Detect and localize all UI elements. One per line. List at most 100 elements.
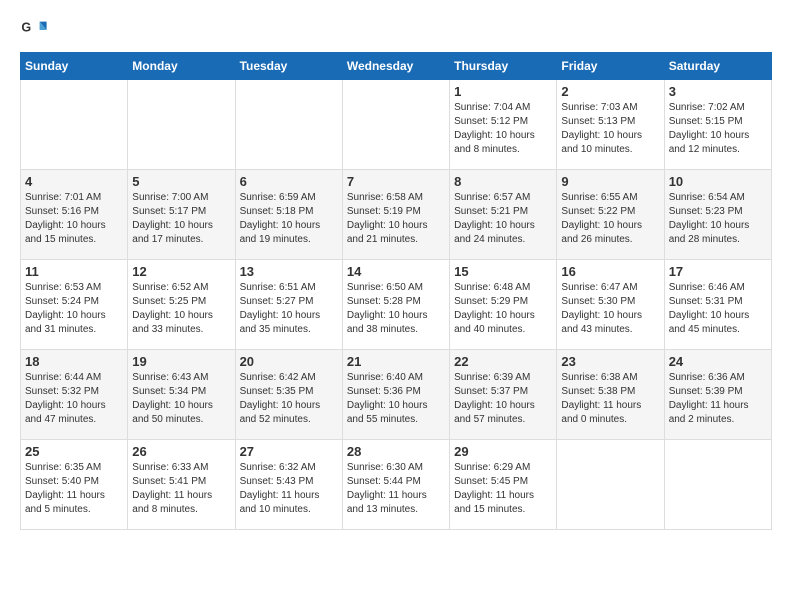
day-number: 21 <box>347 354 445 369</box>
day-number: 2 <box>561 84 659 99</box>
calendar-cell: 17 Sunrise: 6:46 AM Sunset: 5:31 PM Dayli… <box>664 260 771 350</box>
day-info: Sunrise: 6:42 AM Sunset: 5:35 PM Dayligh… <box>240 371 338 427</box>
calendar-week-row: 18 Sunrise: 6:44 AM Sunset: 5:32 PM Dayli… <box>21 350 772 440</box>
day-number: 15 <box>454 264 552 279</box>
day-number: 7 <box>347 174 445 189</box>
day-number: 8 <box>454 174 552 189</box>
day-number: 13 <box>240 264 338 279</box>
calendar-cell: 2 Sunrise: 7:03 AM Sunset: 5:13 PM Daylig… <box>557 80 664 170</box>
calendar-week-row: 11 Sunrise: 6:53 AM Sunset: 5:24 PM Dayli… <box>21 260 772 350</box>
calendar-cell: 21Sunrise: 6:40 AM Sunset: 5:36 PM Dayli… <box>342 350 449 440</box>
calendar-table: SundayMondayTuesdayWednesdayThursdayFrid… <box>20 52 772 530</box>
day-number: 16 <box>561 264 659 279</box>
day-info: Sunrise: 6:51 AM Sunset: 5:27 PM Dayligh… <box>240 281 338 337</box>
day-info: Sunrise: 6:55 AM Sunset: 5:22 PM Dayligh… <box>561 191 659 247</box>
calendar-cell: 28 Sunrise: 6:30 AM Sunset: 5:44 PM Dayli… <box>342 440 449 530</box>
logo-icon: G <box>20 16 48 44</box>
calendar-cell: 6Sunrise: 6:59 AM Sunset: 5:18 PM Daylig… <box>235 170 342 260</box>
header: G <box>20 16 772 44</box>
calendar-cell: 14 Sunrise: 6:50 AM Sunset: 5:28 PM Dayli… <box>342 260 449 350</box>
calendar-cell <box>557 440 664 530</box>
calendar-cell: 20 Sunrise: 6:42 AM Sunset: 5:35 PM Dayli… <box>235 350 342 440</box>
calendar-week-row: 25 Sunrise: 6:35 AM Sunset: 5:40 PM Dayli… <box>21 440 772 530</box>
day-info: Sunrise: 6:54 AM Sunset: 5:23 PM Dayligh… <box>669 191 767 247</box>
day-number: 9 <box>561 174 659 189</box>
day-info: Sunrise: 7:00 AM Sunset: 5:17 PM Dayligh… <box>132 191 230 247</box>
day-number: 14 <box>347 264 445 279</box>
day-info: Sunrise: 6:47 AM Sunset: 5:30 PM Dayligh… <box>561 281 659 337</box>
weekday-header-saturday: Saturday <box>664 53 771 80</box>
day-number: 20 <box>240 354 338 369</box>
logo: G <box>20 16 52 44</box>
calendar-cell: 11 Sunrise: 6:53 AM Sunset: 5:24 PM Dayli… <box>21 260 128 350</box>
day-number: 24 <box>669 354 767 369</box>
day-number: 28 <box>347 444 445 459</box>
calendar-cell <box>342 80 449 170</box>
calendar-cell: 23Sunrise: 6:38 AM Sunset: 5:38 PM Dayli… <box>557 350 664 440</box>
calendar-cell <box>664 440 771 530</box>
calendar-cell: 3Sunrise: 7:02 AM Sunset: 5:15 PM Daylig… <box>664 80 771 170</box>
calendar-cell: 15Sunrise: 6:48 AM Sunset: 5:29 PM Dayli… <box>450 260 557 350</box>
day-number: 11 <box>25 264 123 279</box>
calendar-header: SundayMondayTuesdayWednesdayThursdayFrid… <box>21 53 772 80</box>
calendar-cell: 16 Sunrise: 6:47 AM Sunset: 5:30 PM Dayli… <box>557 260 664 350</box>
calendar-cell: 7 Sunrise: 6:58 AM Sunset: 5:19 PM Daylig… <box>342 170 449 260</box>
calendar-cell: 27 Sunrise: 6:32 AM Sunset: 5:43 PM Dayli… <box>235 440 342 530</box>
day-info: Sunrise: 7:03 AM Sunset: 5:13 PM Dayligh… <box>561 101 659 157</box>
calendar-cell: 22Sunrise: 6:39 AM Sunset: 5:37 PM Dayli… <box>450 350 557 440</box>
day-info: Sunrise: 6:58 AM Sunset: 5:19 PM Dayligh… <box>347 191 445 247</box>
day-info: Sunrise: 7:02 AM Sunset: 5:15 PM Dayligh… <box>669 101 767 157</box>
calendar-cell: 12Sunrise: 6:52 AM Sunset: 5:25 PM Dayli… <box>128 260 235 350</box>
weekday-header-tuesday: Tuesday <box>235 53 342 80</box>
weekday-header-wednesday: Wednesday <box>342 53 449 80</box>
calendar-cell: 18 Sunrise: 6:44 AM Sunset: 5:32 PM Dayli… <box>21 350 128 440</box>
day-number: 22 <box>454 354 552 369</box>
day-info: Sunrise: 6:44 AM Sunset: 5:32 PM Dayligh… <box>25 371 123 427</box>
day-info: Sunrise: 6:29 AM Sunset: 5:45 PM Dayligh… <box>454 461 552 517</box>
day-info: Sunrise: 6:57 AM Sunset: 5:21 PM Dayligh… <box>454 191 552 247</box>
day-info: Sunrise: 6:46 AM Sunset: 5:31 PM Dayligh… <box>669 281 767 337</box>
calendar-week-row: 4 Sunrise: 7:01 AM Sunset: 5:16 PM Daylig… <box>21 170 772 260</box>
day-info: Sunrise: 6:36 AM Sunset: 5:39 PM Dayligh… <box>669 371 767 427</box>
day-info: Sunrise: 6:35 AM Sunset: 5:40 PM Dayligh… <box>25 461 123 517</box>
calendar-cell: 9 Sunrise: 6:55 AM Sunset: 5:22 PM Daylig… <box>557 170 664 260</box>
calendar-cell: 25 Sunrise: 6:35 AM Sunset: 5:40 PM Dayli… <box>21 440 128 530</box>
calendar-cell <box>128 80 235 170</box>
day-number: 25 <box>25 444 123 459</box>
day-number: 29 <box>454 444 552 459</box>
day-number: 10 <box>669 174 767 189</box>
weekday-header-thursday: Thursday <box>450 53 557 80</box>
day-info: Sunrise: 7:01 AM Sunset: 5:16 PM Dayligh… <box>25 191 123 247</box>
day-number: 17 <box>669 264 767 279</box>
day-number: 1 <box>454 84 552 99</box>
day-info: Sunrise: 7:04 AM Sunset: 5:12 PM Dayligh… <box>454 101 552 157</box>
calendar-cell: 10 Sunrise: 6:54 AM Sunset: 5:23 PM Dayli… <box>664 170 771 260</box>
day-info: Sunrise: 6:33 AM Sunset: 5:41 PM Dayligh… <box>132 461 230 517</box>
day-number: 19 <box>132 354 230 369</box>
svg-text:G: G <box>21 20 31 34</box>
calendar-cell: 19 Sunrise: 6:43 AM Sunset: 5:34 PM Dayli… <box>128 350 235 440</box>
calendar-cell: 29 Sunrise: 6:29 AM Sunset: 5:45 PM Dayli… <box>450 440 557 530</box>
day-info: Sunrise: 6:32 AM Sunset: 5:43 PM Dayligh… <box>240 461 338 517</box>
day-info: Sunrise: 6:43 AM Sunset: 5:34 PM Dayligh… <box>132 371 230 427</box>
day-number: 4 <box>25 174 123 189</box>
calendar-cell: 1 Sunrise: 7:04 AM Sunset: 5:12 PM Daylig… <box>450 80 557 170</box>
calendar-cell: 13 Sunrise: 6:51 AM Sunset: 5:27 PM Dayli… <box>235 260 342 350</box>
day-number: 27 <box>240 444 338 459</box>
day-info: Sunrise: 6:50 AM Sunset: 5:28 PM Dayligh… <box>347 281 445 337</box>
day-number: 26 <box>132 444 230 459</box>
calendar-cell <box>21 80 128 170</box>
day-number: 18 <box>25 354 123 369</box>
calendar-cell <box>235 80 342 170</box>
weekday-header-monday: Monday <box>128 53 235 80</box>
day-number: 23 <box>561 354 659 369</box>
weekday-header-sunday: Sunday <box>21 53 128 80</box>
calendar-cell: 4 Sunrise: 7:01 AM Sunset: 5:16 PM Daylig… <box>21 170 128 260</box>
calendar-body: 1 Sunrise: 7:04 AM Sunset: 5:12 PM Daylig… <box>21 80 772 530</box>
weekday-header-friday: Friday <box>557 53 664 80</box>
day-number: 5 <box>132 174 230 189</box>
weekday-header-row: SundayMondayTuesdayWednesdayThursdayFrid… <box>21 53 772 80</box>
day-info: Sunrise: 6:30 AM Sunset: 5:44 PM Dayligh… <box>347 461 445 517</box>
calendar-cell: 26 Sunrise: 6:33 AM Sunset: 5:41 PM Dayli… <box>128 440 235 530</box>
day-info: Sunrise: 6:53 AM Sunset: 5:24 PM Dayligh… <box>25 281 123 337</box>
